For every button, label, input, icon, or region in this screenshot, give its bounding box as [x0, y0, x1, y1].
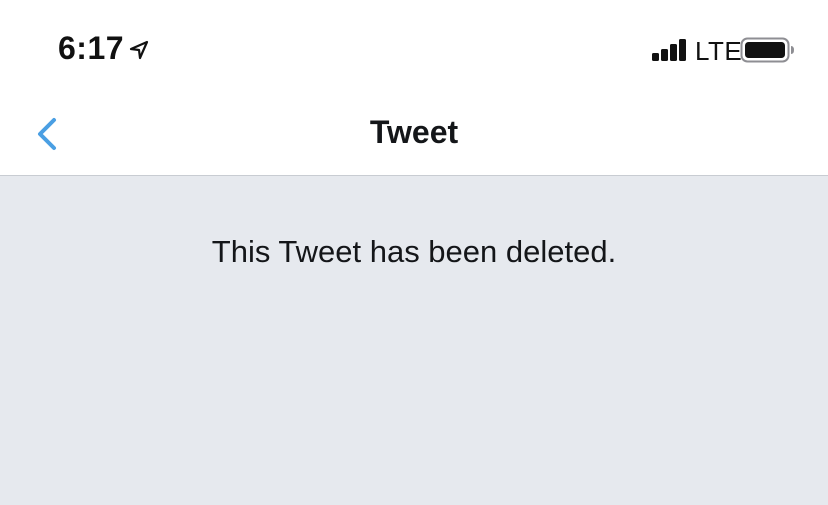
status-time: 6:17	[58, 30, 125, 66]
status-bar: 6:17 LTE	[0, 0, 828, 96]
page-title: Tweet	[369, 114, 459, 150]
location-arrow-icon	[128, 39, 150, 61]
network-type-label: LTE	[695, 36, 743, 66]
tweet-screen: 6:17 LTE Tweet This Tweet has been delet…	[0, 0, 828, 505]
navigation-bar: Tweet	[0, 96, 828, 176]
battery-icon	[740, 36, 796, 64]
header-area: 6:17 LTE Tweet	[0, 0, 828, 176]
deleted-tweet-message: This Tweet has been deleted.	[211, 234, 617, 269]
cellular-signal-icon	[652, 38, 692, 62]
